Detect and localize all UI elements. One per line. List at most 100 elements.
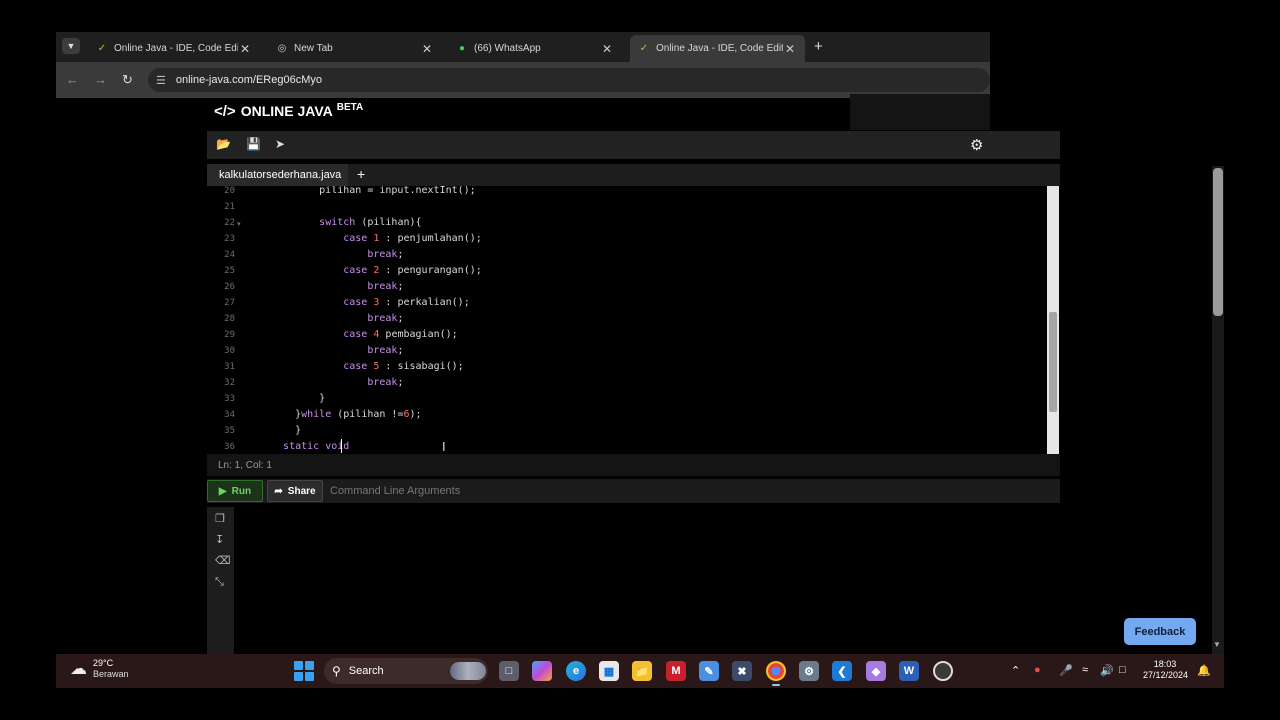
play-icon: ▶ — [218, 485, 227, 497]
close-icon[interactable]: ✕ — [420, 42, 434, 56]
chevron-up-icon[interactable]: ⌃ — [1011, 664, 1020, 677]
browser-tab-4[interactable]: ✓ Online Java - IDE, Code Editor, ( ✕ — [630, 35, 805, 62]
browser-tab-2[interactable]: ◎ New Tab ✕ — [268, 35, 442, 62]
code-line[interactable]: case 4 pembagian(); — [271, 329, 457, 340]
store-icon[interactable]: ▦ — [599, 661, 619, 681]
chrome-icon: ◎ — [277, 43, 287, 54]
code-editor[interactable]: 20 21 22 ▾ 23 24 25 26 27 28 29 30 31 32 33 34 35 36 pili… — [207, 186, 1060, 454]
ibeam-cursor-icon: I — [442, 439, 446, 454]
copy-icon[interactable]: ❐ — [215, 512, 225, 525]
line-number: 36 — [224, 442, 235, 452]
site-info-icon[interactable]: ☰ — [156, 74, 166, 87]
output-console[interactable] — [234, 507, 1060, 654]
browser-tab-1[interactable]: ✓ Online Java - IDE, Code Editor, ✕ — [88, 35, 260, 62]
weather-widget[interactable]: ☁ 29°C Berawan — [70, 658, 129, 680]
settings-gear-icon[interactable]: ⚙ — [970, 136, 983, 154]
online-java-icon: ✓ — [639, 43, 649, 54]
code-line[interactable]: break; — [271, 249, 403, 260]
copilot-icon[interactable] — [532, 661, 552, 681]
battery-icon[interactable]: □ — [1119, 664, 1126, 676]
beta-badge: BETA — [336, 102, 364, 113]
text-cursor — [341, 439, 342, 453]
vscode-icon[interactable]: ❮ — [832, 661, 852, 681]
tray-app-icon[interactable]: ● — [1034, 664, 1041, 676]
reload-icon[interactable]: ↻ — [122, 72, 133, 88]
code-line[interactable]: break; — [271, 345, 403, 356]
expand-icon[interactable]: ⤡ — [215, 576, 224, 589]
download-icon[interactable]: ↧ — [215, 533, 224, 546]
url-field[interactable]: ☰ online-java.com/EReg06cMyo — [148, 68, 990, 92]
taskbar-search[interactable]: ⚲ Search — [324, 658, 488, 684]
line-number: 21 — [224, 202, 235, 212]
line-number: 31 — [224, 362, 235, 372]
code-line[interactable]: static void — [271, 441, 355, 452]
chrome-icon[interactable] — [766, 661, 786, 686]
forward-icon[interactable]: → — [94, 72, 107, 87]
cloud-icon: ☁ — [70, 659, 87, 678]
code-line[interactable]: } — [271, 425, 301, 436]
browser-tab-3[interactable]: ● (66) WhatsApp ✕ — [448, 35, 622, 62]
share-button[interactable]: ➦ Share — [267, 480, 323, 502]
settings-icon[interactable]: ⚙ — [799, 661, 819, 681]
whatsapp-icon: ● — [458, 43, 466, 54]
code-line[interactable]: switch (pilihan){ — [271, 217, 421, 228]
weather-description: Berawan — [93, 669, 129, 679]
code-line[interactable]: case 5 : sisabagi(); — [271, 361, 463, 372]
code-line[interactable]: }while (pilihan !=6); — [271, 409, 421, 420]
tab-title: New Tab — [294, 43, 333, 54]
code-line[interactable]: case 1 : penjumlahan(); — [271, 233, 482, 244]
save-icon[interactable]: 💾 — [246, 137, 261, 151]
start-button[interactable] — [294, 661, 314, 681]
line-number: 33 — [224, 394, 235, 404]
code-line[interactable]: case 2 : pengurangan(); — [271, 265, 482, 276]
code-line[interactable]: break; — [271, 377, 403, 388]
brand-name: ONLINE JAVA — [240, 103, 333, 119]
wifi-icon[interactable]: ≈ — [1082, 664, 1088, 676]
command-line-arguments-input[interactable] — [326, 481, 1046, 501]
share-icon[interactable]: ➤ — [275, 137, 285, 151]
code-line[interactable]: pilihan = input.nextInt(); — [271, 186, 476, 196]
shield-app-icon[interactable]: ◆ — [866, 661, 886, 681]
close-icon[interactable]: ✕ — [238, 42, 252, 56]
line-number: 27 — [224, 298, 235, 308]
system-clock[interactable]: 18:03 27/12/2024 — [1143, 659, 1188, 681]
new-tab-button[interactable]: + — [814, 38, 823, 55]
back-icon[interactable]: ← — [66, 72, 79, 87]
editor-scroll-thumb[interactable] — [1049, 312, 1057, 412]
recorder-icon[interactable] — [933, 661, 953, 681]
add-file-button[interactable]: + — [357, 166, 365, 182]
fold-toggle-icon[interactable]: ▾ — [237, 220, 241, 228]
word-icon[interactable]: W — [899, 661, 919, 681]
task-view-icon[interactable]: □ — [499, 661, 519, 681]
code-line[interactable]: case 3 : perkalian(); — [271, 297, 469, 308]
close-icon[interactable]: ✕ — [600, 42, 614, 56]
site-logo[interactable]: </> ONLINE JAVA BETA — [214, 102, 364, 120]
notification-bell-icon[interactable]: 🔔 — [1197, 664, 1211, 677]
mcafee-icon[interactable]: M — [666, 661, 686, 681]
code-line[interactable]: break; — [271, 281, 403, 292]
windows-logo-icon — [294, 661, 303, 670]
run-button[interactable]: ▶ Run — [207, 480, 263, 502]
capcut-icon[interactable]: ✖ — [732, 661, 752, 681]
code-line[interactable]: } — [271, 393, 325, 404]
online-java-icon: ✓ — [97, 43, 107, 54]
open-folder-icon[interactable]: 📂 — [216, 137, 231, 151]
file-explorer-icon[interactable]: 📁 — [632, 661, 652, 681]
eraser-icon[interactable]: ⌫ — [215, 554, 231, 567]
line-number: 32 — [224, 378, 235, 388]
close-icon[interactable]: ✕ — [783, 42, 797, 56]
app-icon[interactable]: ✎ — [699, 661, 719, 681]
page-scroll-thumb[interactable] — [1213, 168, 1223, 316]
search-icon: ⚲ — [332, 664, 341, 678]
feedback-button[interactable]: Feedback — [1124, 618, 1196, 645]
edge-icon[interactable]: e — [566, 661, 586, 681]
tab-title: Online Java - IDE, Code Editor, ( — [656, 43, 783, 54]
code-line[interactable]: break; — [271, 313, 403, 324]
line-number: 20 — [224, 186, 235, 196]
file-tab[interactable]: kalkulatorsederhana.java — [207, 164, 348, 186]
microphone-icon[interactable]: 🎤 — [1059, 664, 1073, 677]
scroll-down-icon[interactable]: ▼ — [1213, 640, 1221, 649]
tab-search-button[interactable]: ▼ — [62, 38, 80, 54]
editor-status: Ln: 1, Col: 1 — [207, 454, 1060, 476]
volume-icon[interactable]: 🔊 — [1100, 664, 1114, 677]
